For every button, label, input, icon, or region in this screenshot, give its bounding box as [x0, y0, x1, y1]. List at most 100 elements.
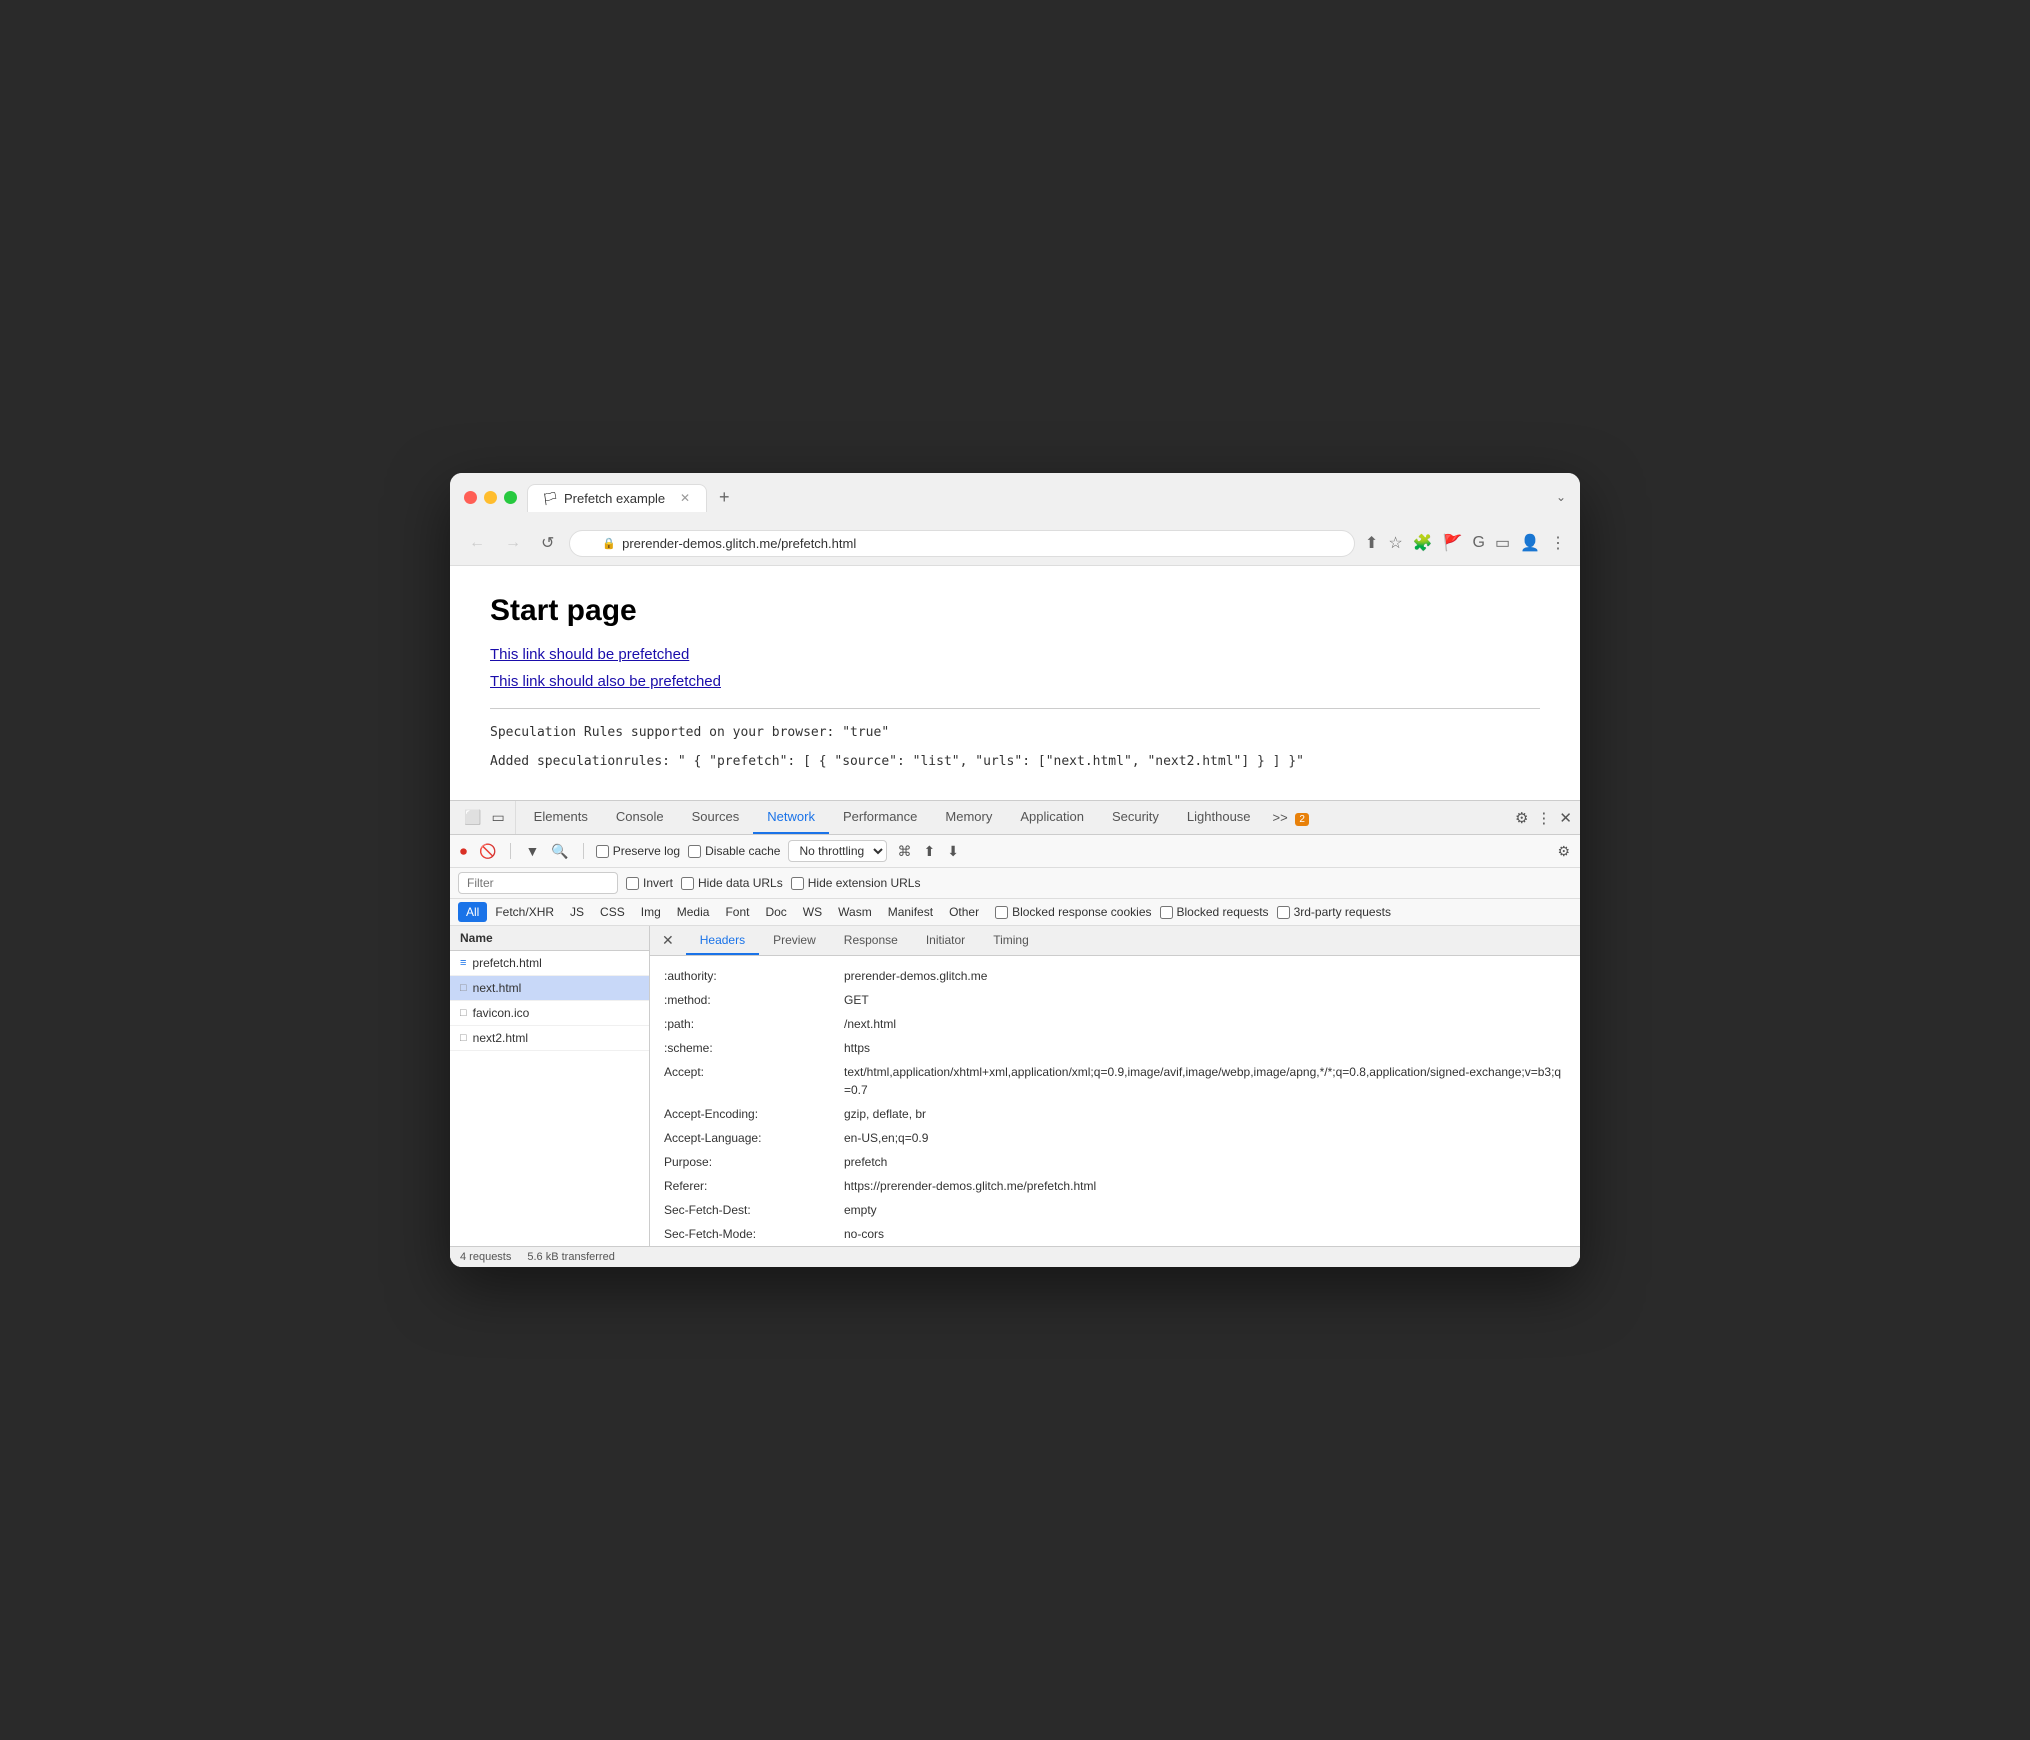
maximize-button[interactable] [504, 491, 517, 504]
hide-data-urls-checkbox[interactable]: Hide data URLs [681, 876, 783, 890]
tab-response[interactable]: Response [830, 927, 912, 955]
hide-ext-urls-input[interactable] [791, 877, 804, 890]
list-item-next-html[interactable]: □ next.html [450, 976, 649, 1001]
filter-input[interactable] [458, 872, 618, 894]
type-filter-fetch-xhr[interactable]: Fetch/XHR [487, 902, 562, 922]
type-filter-manifest[interactable]: Manifest [880, 902, 941, 922]
toolbar-separator-1 [510, 843, 511, 859]
type-filter-all[interactable]: All [458, 902, 487, 922]
doc-icon: ≡ [460, 957, 466, 969]
tab-bar: 🏳 Prefetch example ✕ + ⌄ [527, 483, 1566, 512]
wifi-icon[interactable]: ⌘ [895, 841, 913, 862]
minimize-button[interactable] [484, 491, 497, 504]
invert-input[interactable] [626, 877, 639, 890]
forward-button[interactable]: → [500, 532, 526, 554]
network-settings-icon[interactable]: ⚙ [1555, 841, 1572, 862]
back-button[interactable]: ← [464, 532, 490, 554]
new-tab-button[interactable]: + [711, 483, 738, 512]
data-transferred: 5.6 kB transferred [527, 1251, 614, 1263]
address-input[interactable]: 🔒 prerender-demos.glitch.me/prefetch.htm… [569, 530, 1355, 557]
type-filter-bar: All Fetch/XHR JS CSS Img Media Font Doc … [450, 899, 1580, 926]
more-menu-icon[interactable]: ⋮ [1550, 533, 1566, 553]
header-row-scheme: :scheme: https [664, 1036, 1566, 1060]
devtools-close-icon[interactable]: ✕ [1559, 809, 1572, 827]
img-icon: □ [460, 1007, 467, 1019]
tab-timing[interactable]: Timing [979, 927, 1043, 955]
tab-lighthouse[interactable]: Lighthouse [1173, 801, 1265, 834]
headers-close-button[interactable]: ✕ [658, 926, 682, 955]
devtools-more-icon[interactable]: ⋮ [1536, 809, 1551, 827]
type-filter-wasm[interactable]: Wasm [830, 902, 880, 922]
type-filter-img[interactable]: Img [633, 902, 669, 922]
more-tabs-button[interactable]: >> 2 [1265, 802, 1317, 833]
list-item-prefetch-html[interactable]: ≡ prefetch.html [450, 951, 649, 976]
blocked-cookies-input[interactable] [995, 906, 1008, 919]
lock-icon: 🔒 [602, 537, 616, 550]
blocked-requests-input[interactable] [1160, 906, 1173, 919]
inspect-icon[interactable]: ⬜ [464, 809, 481, 826]
clear-icon[interactable]: 🚫 [477, 841, 498, 862]
type-filter-css[interactable]: CSS [592, 902, 633, 922]
download-icon[interactable]: ⬇ [945, 841, 961, 862]
tab-security[interactable]: Security [1098, 801, 1173, 834]
google-icon[interactable]: G [1473, 534, 1485, 552]
type-filter-other[interactable]: Other [941, 902, 987, 922]
profile-icon[interactable]: 👤 [1520, 533, 1540, 553]
tab-console[interactable]: Console [602, 801, 678, 834]
type-filter-media[interactable]: Media [669, 902, 718, 922]
bookmark-icon[interactable]: ☆ [1388, 533, 1402, 553]
hide-ext-urls-checkbox[interactable]: Hide extension URLs [791, 876, 921, 890]
type-filter-ws[interactable]: WS [795, 902, 830, 922]
invert-checkbox[interactable]: Invert [626, 876, 673, 890]
tab-close-button[interactable]: ✕ [678, 491, 692, 505]
preserve-log-input[interactable] [596, 845, 609, 858]
close-button[interactable] [464, 491, 477, 504]
refresh-button[interactable]: ↺ [536, 531, 559, 555]
tab-network[interactable]: Network [753, 801, 829, 834]
network-table: Name ≡ prefetch.html □ next.html □ favic… [450, 926, 1580, 1246]
share-icon[interactable]: ⬆ [1365, 533, 1378, 553]
tab-performance[interactable]: Performance [829, 801, 931, 834]
tab-initiator[interactable]: Initiator [912, 927, 979, 955]
request-count: 4 requests [460, 1251, 511, 1263]
network-status-bar: 4 requests 5.6 kB transferred [450, 1246, 1580, 1267]
hide-data-urls-input[interactable] [681, 877, 694, 890]
throttle-select[interactable]: No throttling [788, 840, 887, 862]
headers-tab-bar: ✕ Headers Preview Response Initiator Tim… [650, 926, 1580, 956]
type-filter-font[interactable]: Font [717, 902, 757, 922]
tab-sources[interactable]: Sources [678, 801, 754, 834]
device-icon[interactable]: ▭ [491, 809, 504, 826]
type-filter-doc[interactable]: Doc [757, 902, 794, 922]
third-party-requests-checkbox[interactable]: 3rd-party requests [1277, 905, 1391, 919]
window-menu-icon[interactable]: ⌄ [1556, 490, 1566, 504]
tab-headers[interactable]: Headers [686, 927, 759, 955]
prefetch-link-1[interactable]: This link should be prefetched [490, 646, 1540, 663]
filter-icon[interactable]: ▼ [523, 841, 541, 861]
record-icon[interactable]: ⏺ [458, 841, 469, 862]
upload-icon[interactable]: ⬆ [921, 841, 937, 862]
tab-application[interactable]: Application [1006, 801, 1098, 834]
type-filter-js[interactable]: JS [562, 902, 592, 922]
flag-icon[interactable]: 🚩 [1443, 533, 1463, 553]
disable-cache-checkbox[interactable]: Disable cache [688, 844, 780, 858]
devtools-tab-bar: ⬜ ▭ Elements Console Sources Network Per… [450, 801, 1580, 835]
search-icon[interactable]: 🔍 [549, 841, 570, 862]
tab-memory[interactable]: Memory [931, 801, 1006, 834]
blocked-requests-checkbox[interactable]: Blocked requests [1160, 905, 1269, 919]
devtools-settings-icon[interactable]: ⚙ [1515, 809, 1528, 827]
prefetch-link-2[interactable]: This link should also be prefetched [490, 673, 1540, 690]
list-item-favicon[interactable]: □ favicon.ico [450, 1001, 649, 1026]
tab-preview[interactable]: Preview [759, 927, 830, 955]
tabs-badge: 2 [1295, 813, 1309, 826]
blocked-response-cookies-checkbox[interactable]: Blocked response cookies [995, 905, 1151, 919]
third-party-input[interactable] [1277, 906, 1290, 919]
network-list: Name ≡ prefetch.html □ next.html □ favic… [450, 926, 650, 1246]
cast-icon[interactable]: ▭ [1495, 533, 1510, 553]
preserve-log-checkbox[interactable]: Preserve log [596, 844, 680, 858]
network-list-header: Name [450, 926, 649, 951]
disable-cache-input[interactable] [688, 845, 701, 858]
active-tab[interactable]: 🏳 Prefetch example ✕ [527, 484, 707, 512]
extensions-icon[interactable]: 🧩 [1413, 533, 1433, 553]
list-item-next2-html[interactable]: □ next2.html [450, 1026, 649, 1051]
tab-elements[interactable]: Elements [520, 801, 602, 834]
